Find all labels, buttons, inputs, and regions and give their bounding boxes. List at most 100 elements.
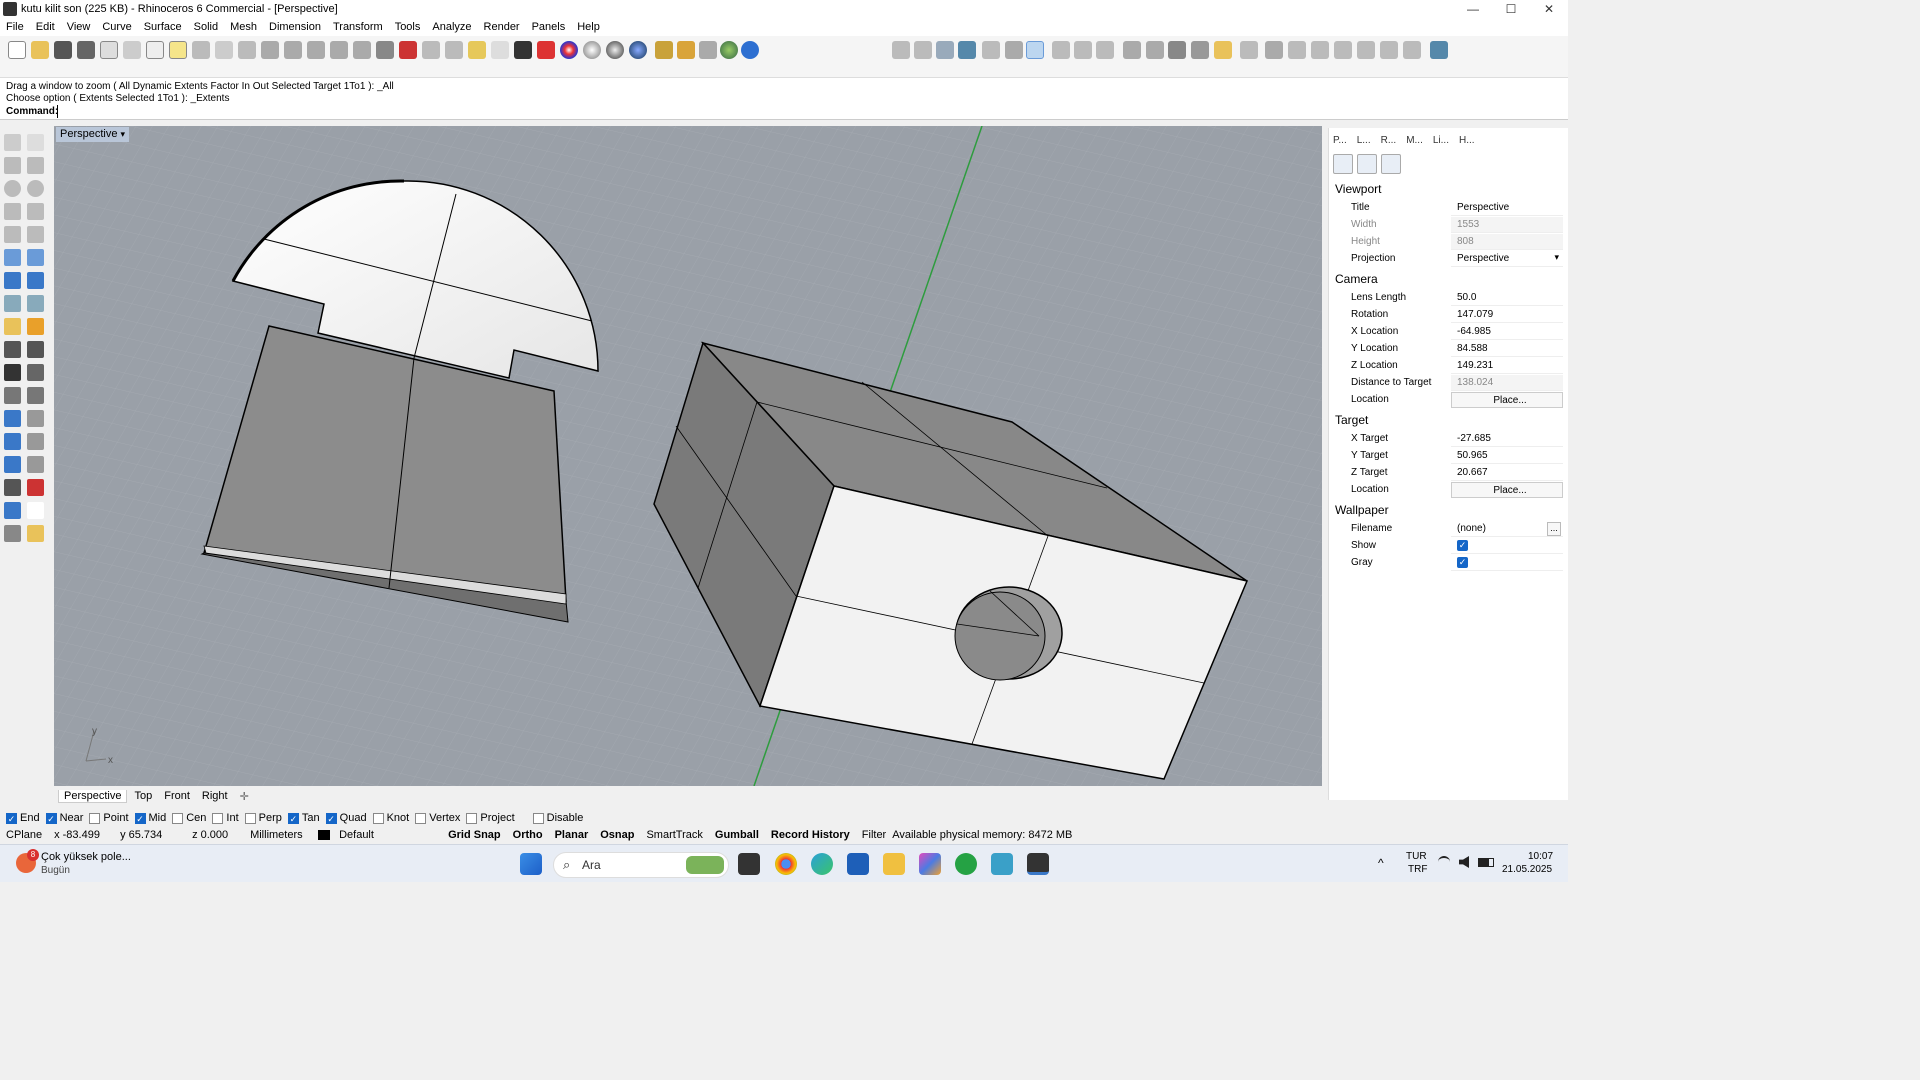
units-label[interactable]: Millimeters xyxy=(244,829,312,841)
osnap-near[interactable]: ✓ Near xyxy=(45,812,83,824)
osnap-perp[interactable]: Perp xyxy=(244,812,282,824)
show-checkbox[interactable]: ✓ xyxy=(1457,540,1468,551)
transform-icon-10[interactable] xyxy=(1288,41,1306,59)
paint-icon[interactable] xyxy=(27,525,44,542)
x-target-field[interactable]: -27.685 xyxy=(1451,431,1563,447)
car-icon[interactable] xyxy=(399,41,417,59)
y-location-field[interactable]: 84.588 xyxy=(1451,341,1563,357)
display-props-icon[interactable] xyxy=(1381,154,1401,174)
menu-view[interactable]: View xyxy=(61,21,97,33)
store-icon[interactable] xyxy=(847,853,869,875)
osnap-vertex[interactable]: Vertex xyxy=(415,812,460,824)
lock-icon[interactable] xyxy=(514,41,532,59)
tab-perspective[interactable]: Perspective xyxy=(58,789,128,803)
menu-help[interactable]: Help xyxy=(571,21,606,33)
undo-view-icon[interactable] xyxy=(353,41,371,59)
osnap-tan-checkbox[interactable]: ✓ xyxy=(287,812,299,824)
menu-tools[interactable]: Tools xyxy=(389,21,427,33)
osnap-tan[interactable]: ✓ Tan xyxy=(287,812,320,824)
transform-icon-4[interactable] xyxy=(1074,41,1092,59)
zoom-selected-icon[interactable] xyxy=(330,41,348,59)
split-icon[interactable] xyxy=(27,341,44,358)
gear-icon[interactable] xyxy=(677,41,695,59)
render-sphere-icon[interactable] xyxy=(629,41,647,59)
polygon-icon[interactable] xyxy=(4,203,21,220)
dimension-tool-icon[interactable] xyxy=(27,456,44,473)
boolean-icon[interactable] xyxy=(27,272,44,289)
osnap-project-checkbox[interactable] xyxy=(466,812,478,824)
join-icon[interactable] xyxy=(4,364,21,381)
folder-icon[interactable] xyxy=(1214,41,1232,59)
color-wheel-icon[interactable] xyxy=(560,41,578,59)
polyline-icon[interactable] xyxy=(4,157,21,174)
osnap-mid-checkbox[interactable]: ✓ xyxy=(134,812,146,824)
grid-icon[interactable] xyxy=(1168,41,1186,59)
battery-icon[interactable] xyxy=(1478,858,1494,867)
osnap-perp-checkbox[interactable] xyxy=(244,812,256,824)
whatsapp-icon[interactable] xyxy=(955,853,977,875)
camera-place-button[interactable]: Place... xyxy=(1451,392,1563,408)
extrude-surface-icon[interactable] xyxy=(27,249,44,266)
menu-curve[interactable]: Curve xyxy=(96,21,137,33)
gray-checkbox[interactable]: ✓ xyxy=(1457,557,1468,568)
select-icon[interactable] xyxy=(422,41,440,59)
pan-hand-icon[interactable] xyxy=(215,41,233,59)
browse-button[interactable]: ... xyxy=(1547,522,1561,536)
clock-time[interactable]: 10:07 xyxy=(1528,851,1553,862)
cylinder-icon[interactable] xyxy=(4,295,21,312)
cplane-icon[interactable] xyxy=(445,41,463,59)
transform-icon-6[interactable] xyxy=(1123,41,1141,59)
osnap-disable[interactable]: Disable xyxy=(532,812,583,824)
solid-tools-icon[interactable] xyxy=(4,456,21,473)
menu-render[interactable]: Render xyxy=(478,21,526,33)
transform-icon-15[interactable] xyxy=(1403,41,1421,59)
zoom-window-icon[interactable] xyxy=(284,41,302,59)
gumball-icon-2[interactable] xyxy=(914,41,932,59)
volume-icon[interactable] xyxy=(1459,856,1469,868)
transform-icon-7[interactable] xyxy=(1146,41,1164,59)
menu-solid[interactable]: Solid xyxy=(188,21,224,33)
transform-icon-16[interactable] xyxy=(1430,41,1448,59)
viewport-title-tab[interactable]: Perspective ▾ xyxy=(56,127,130,142)
taskbar-search[interactable]: ⌕ Ara xyxy=(553,852,729,878)
osnap-mid[interactable]: ✓ Mid xyxy=(134,812,166,824)
x-location-field[interactable]: -64.985 xyxy=(1451,324,1563,340)
minimize-button[interactable]: — xyxy=(1454,0,1492,18)
osnap-int[interactable]: Int xyxy=(212,812,239,824)
filter-toggle[interactable]: Filter xyxy=(856,829,892,841)
maximize-button[interactable]: ☐ xyxy=(1492,0,1530,18)
projection-select[interactable]: Perspective xyxy=(1451,251,1563,267)
osnap-knot[interactable]: Knot xyxy=(372,812,409,824)
chrome-icon[interactable] xyxy=(775,853,797,875)
scale-icon[interactable] xyxy=(27,410,44,427)
show-icon[interactable] xyxy=(468,41,486,59)
viewport-props-icon[interactable] xyxy=(1357,154,1377,174)
group-icon[interactable] xyxy=(27,364,44,381)
gumball-toggle[interactable]: Gumball xyxy=(709,829,765,841)
photos-icon[interactable] xyxy=(991,853,1013,875)
smarttrack-toggle[interactable]: SmartTrack xyxy=(640,829,708,841)
menu-edit[interactable]: Edit xyxy=(30,21,61,33)
title-field[interactable]: Perspective xyxy=(1451,200,1563,216)
grid-array-icon[interactable] xyxy=(4,479,21,496)
clock-date[interactable]: 21.05.2025 xyxy=(1502,864,1552,875)
start-icon[interactable] xyxy=(520,853,542,875)
lens-length-field[interactable]: 50.0 xyxy=(1451,290,1563,306)
osnap-vertex-checkbox[interactable] xyxy=(415,812,427,824)
language-line-1[interactable]: TUR xyxy=(1406,851,1427,862)
cut-icon[interactable] xyxy=(123,41,141,59)
light-icon[interactable] xyxy=(4,318,21,335)
tab-right[interactable]: Right xyxy=(197,790,233,802)
record-history-toggle[interactable]: Record History xyxy=(765,829,856,841)
wifi-icon[interactable] xyxy=(1438,856,1450,868)
globe-icon[interactable] xyxy=(720,41,738,59)
render-tool-icon[interactable] xyxy=(4,525,21,542)
layer-icon[interactable] xyxy=(537,41,555,59)
rhino-taskbar-icon[interactable] xyxy=(1027,853,1049,875)
zoom-extents-icon[interactable] xyxy=(307,41,325,59)
transform-icon-8[interactable] xyxy=(1240,41,1258,59)
fillet-icon[interactable] xyxy=(27,387,44,404)
ellipse-icon[interactable] xyxy=(27,180,44,197)
open-folder-icon[interactable] xyxy=(31,41,49,59)
transform-icon-9[interactable] xyxy=(1265,41,1283,59)
